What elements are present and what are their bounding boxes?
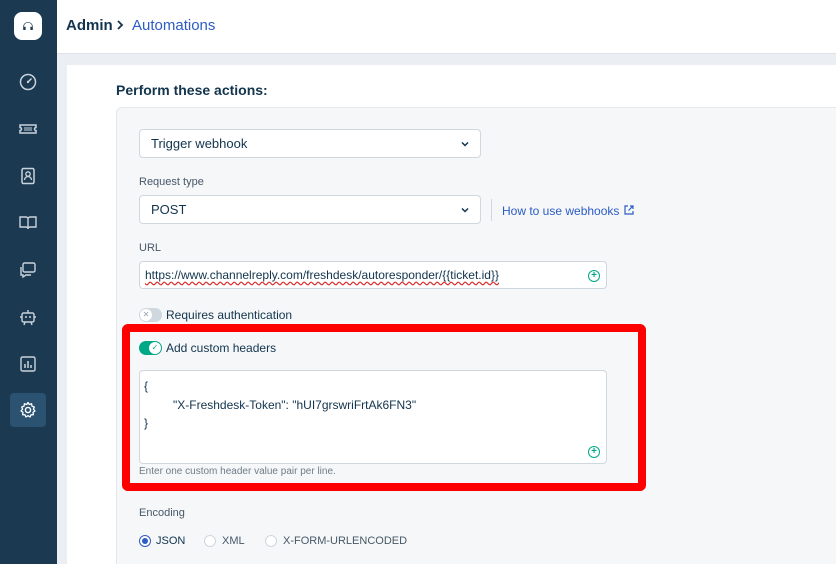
sidebar [0,0,57,564]
how-to-use-webhooks-link[interactable]: How to use webhooks [502,204,619,218]
requires-authentication-label: Requires authentication [166,308,293,322]
encoding-json-label[interactable]: JSON [156,535,185,547]
divider [491,199,492,221]
requires-authentication-toggle[interactable]: ✕ [139,308,162,322]
request-type-value: POST [151,202,187,217]
bot-icon[interactable] [10,300,46,334]
tickets-icon[interactable] [10,112,46,146]
breadcrumb-automations[interactable]: Automations [132,17,215,34]
add-placeholder-icon[interactable]: + [588,270,600,282]
url-input[interactable]: https://www.channelreply.com/freshdesk/a… [139,261,607,289]
encoding-form-urlencoded-label[interactable]: X-FORM-URLENCODED [283,535,407,547]
action-select[interactable]: Trigger webhook [139,129,481,158]
header: Admin Automations [57,0,836,54]
add-custom-headers-toggle[interactable]: ✓ [139,341,162,355]
toggle-off-icon: ✕ [140,309,152,321]
contacts-icon[interactable] [10,159,46,193]
section-title: Perform these actions: [116,82,268,98]
admin-gear-icon[interactable] [10,393,46,427]
url-value: https://www.channelreply.com/freshdesk/a… [145,268,499,282]
reports-icon[interactable] [10,347,46,381]
header-line-close: } [144,416,149,430]
chevron-down-icon [461,141,469,147]
encoding-xml-label[interactable]: XML [222,535,245,547]
dashboard-icon[interactable] [10,65,46,99]
encoding-form-urlencoded-radio[interactable] [265,535,277,547]
url-label: URL [139,242,162,254]
forums-icon[interactable] [10,253,46,287]
custom-headers-textarea[interactable]: { "X-Freshdesk-Token": "hUI7grswriFrtAk6… [139,370,607,464]
request-type-label: Request type [139,176,204,188]
freshdesk-logo-icon[interactable] [14,12,42,40]
request-type-select[interactable]: POST [139,195,481,224]
action-select-value: Trigger webhook [151,136,248,151]
encoding-label: Encoding [139,507,185,519]
checkmark-icon: ✓ [149,342,161,354]
solutions-icon[interactable] [10,206,46,240]
chevron-down-icon [461,207,469,213]
chevron-right-icon [117,20,124,30]
custom-headers-hint: Enter one custom header value pair per l… [139,466,336,477]
header-line-token: "X-Freshdesk-Token": "hUI7grswriFrtAk6FN… [173,398,417,412]
header-line-open: { [144,379,149,393]
breadcrumb-admin[interactable]: Admin [66,17,113,34]
add-placeholder-icon[interactable]: + [588,446,600,458]
external-link-icon[interactable] [623,204,635,216]
add-custom-headers-label: Add custom headers [166,341,277,355]
encoding-xml-radio[interactable] [204,535,216,547]
encoding-json-radio[interactable] [139,535,151,547]
